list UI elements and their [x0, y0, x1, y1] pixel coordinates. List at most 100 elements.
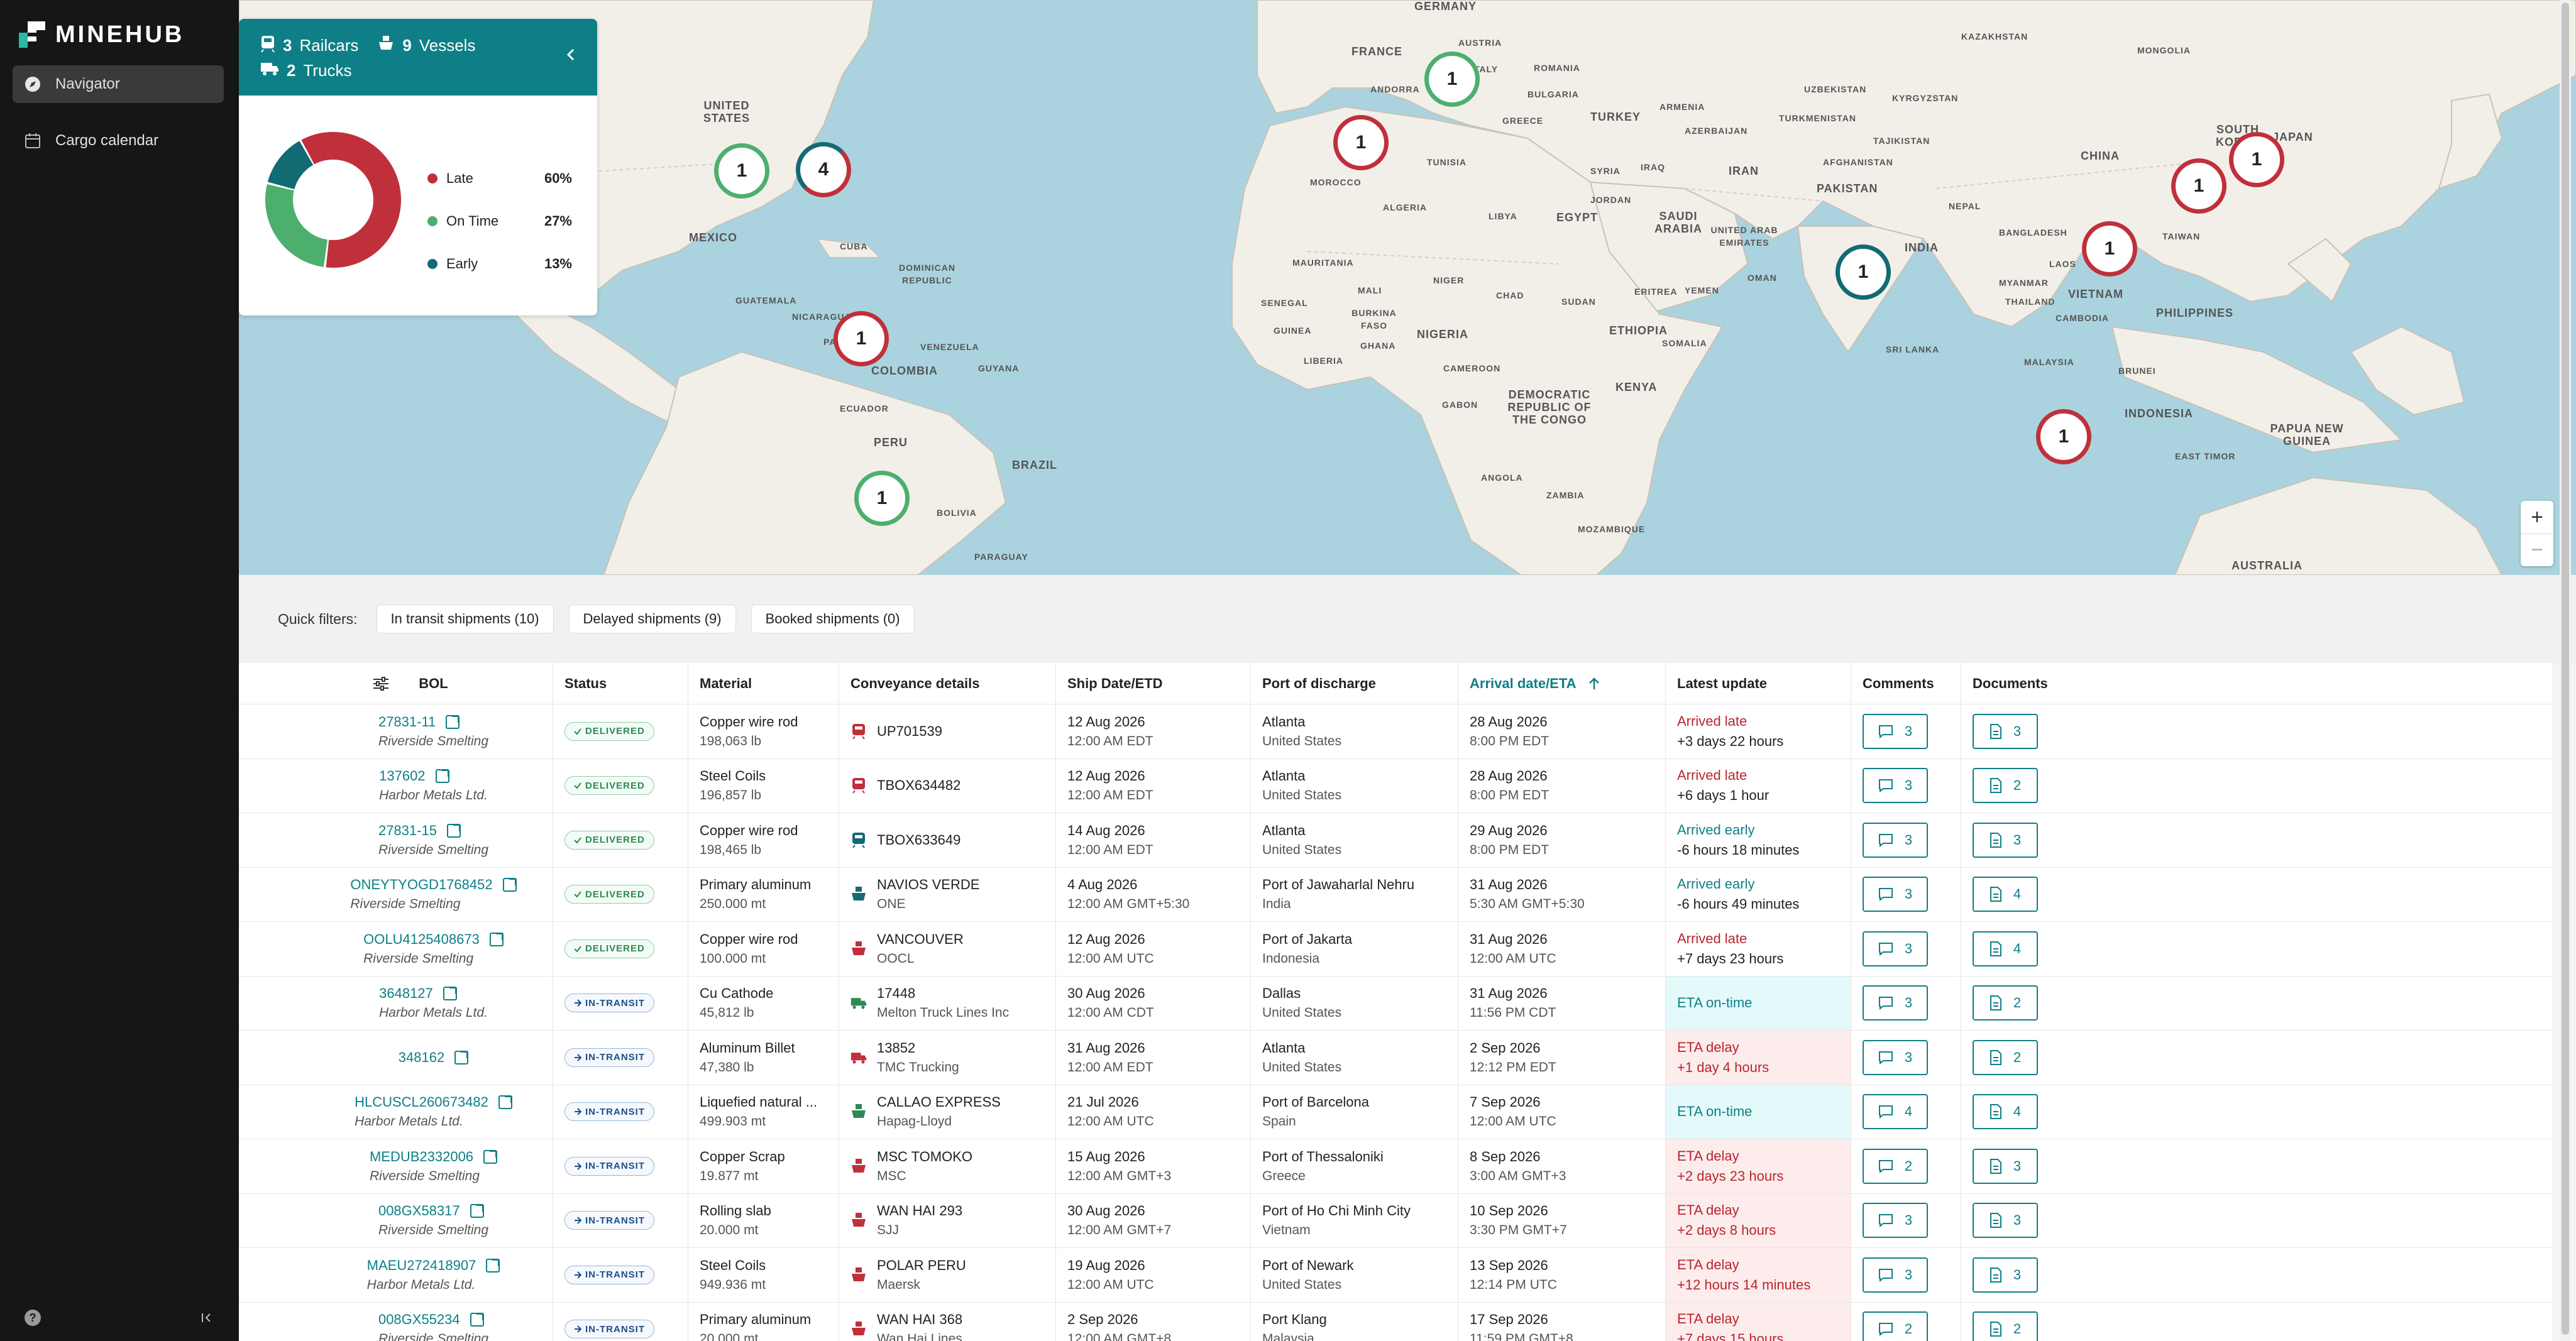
external-link-icon[interactable]: [502, 878, 517, 892]
comments-button[interactable]: 2: [1863, 1311, 1928, 1341]
bol-link[interactable]: 008GX58317: [378, 1203, 488, 1219]
comments-button[interactable]: 3: [1863, 1039, 1928, 1075]
table-row[interactable]: ONEYTYOGD1768452 Riverside Smelting DELI…: [239, 867, 2552, 922]
documents-button[interactable]: 3: [1973, 822, 2038, 858]
map-cluster[interactable]: 1: [2036, 409, 2091, 464]
documents-button[interactable]: 4: [1973, 931, 2038, 966]
comments-button[interactable]: 3: [1863, 877, 1928, 912]
zoom-in-button[interactable]: +: [2521, 501, 2553, 534]
comments-button[interactable]: 3: [1863, 713, 1928, 749]
bol-link[interactable]: 008GX55234: [378, 1311, 488, 1328]
scrollbar-thumb[interactable]: [2562, 3, 2569, 1335]
legend-item-early[interactable]: Early 13%: [427, 243, 572, 285]
table-row[interactable]: 008GX55234 Riverside Smelting IN-TRANSIT…: [239, 1302, 2552, 1341]
filter-delayed[interactable]: Delayed shipments (9): [568, 605, 736, 633]
table-row[interactable]: OOLU4125408673 Riverside Smelting DELIVE…: [239, 922, 2552, 977]
external-link-icon[interactable]: [470, 1313, 484, 1327]
map-cluster[interactable]: 1: [2171, 158, 2226, 214]
bol-link[interactable]: HLCUSCL260673482: [355, 1094, 512, 1110]
external-link-icon[interactable]: [446, 823, 461, 838]
external-link-icon[interactable]: [454, 1050, 469, 1065]
documents-button[interactable]: 2: [1973, 985, 2038, 1021]
material-cell: Copper wire rod 100.000 mt: [688, 922, 839, 976]
table-row[interactable]: MEDUB2332006 Riverside Smelting IN-TRANS…: [239, 1139, 2552, 1194]
documents-button[interactable]: 3: [1973, 1257, 2038, 1293]
documents-button[interactable]: 4: [1973, 877, 2038, 912]
external-link-icon[interactable]: [443, 987, 457, 1001]
column-header-port[interactable]: Port of discharge: [1251, 663, 1458, 704]
comments-button[interactable]: 2: [1863, 1148, 1928, 1184]
table-row[interactable]: 008GX58317 Riverside Smelting IN-TRANSIT…: [239, 1193, 2552, 1248]
map-cluster[interactable]: 1: [2229, 132, 2284, 187]
bol-link[interactable]: MEDUB2332006: [370, 1149, 498, 1165]
external-link-icon[interactable]: [435, 769, 449, 784]
filter-in-transit[interactable]: In transit shipments (10): [376, 605, 554, 633]
table-row[interactable]: 348162 IN-TRANSIT Aluminum Billet 47,380…: [239, 1031, 2552, 1085]
external-link-icon[interactable]: [498, 1095, 512, 1110]
column-header-latest-update[interactable]: Latest update: [1666, 663, 1851, 704]
comments-button[interactable]: 4: [1863, 1094, 1928, 1130]
column-header-status[interactable]: Status: [553, 663, 688, 704]
documents-button[interactable]: 2: [1973, 768, 2038, 804]
bol-link[interactable]: 348162: [399, 1049, 469, 1066]
column-header-material[interactable]: Material: [688, 663, 839, 704]
legend-item-late[interactable]: Late 60%: [427, 157, 572, 200]
map-cluster[interactable]: 1: [2082, 221, 2137, 276]
external-link-icon[interactable]: [489, 932, 504, 946]
documents-button[interactable]: 4: [1973, 1094, 2038, 1130]
legend-item-on-time[interactable]: On Time 27%: [427, 200, 572, 243]
port-name: Port of Jawaharlal Nehru: [1262, 877, 1415, 893]
map-cluster[interactable]: 1: [1333, 115, 1389, 170]
sidebar-item-navigator[interactable]: Navigator: [13, 65, 224, 103]
column-header-comments[interactable]: Comments: [1851, 663, 1961, 704]
page-scrollbar[interactable]: [2560, 0, 2571, 1341]
collapse-panel-button[interactable]: [566, 47, 576, 67]
filter-booked[interactable]: Booked shipments (0): [751, 605, 915, 633]
app-logo[interactable]: MINEHUB: [19, 19, 184, 50]
external-link-icon[interactable]: [446, 714, 460, 729]
comments-button[interactable]: 3: [1863, 1257, 1928, 1293]
column-header-conveyance[interactable]: Conveyance details: [839, 663, 1056, 704]
external-link-icon[interactable]: [486, 1258, 500, 1273]
external-link-icon[interactable]: [483, 1149, 498, 1164]
documents-button[interactable]: 2: [1973, 1311, 2038, 1341]
bol-link[interactable]: ONEYTYOGD1768452: [350, 877, 517, 893]
column-header-bol[interactable]: BOL: [239, 663, 553, 704]
map-cluster[interactable]: 1: [714, 143, 769, 199]
bol-link[interactable]: 137602: [379, 768, 488, 784]
sidebar-item-cargo-calendar[interactable]: Cargo calendar: [13, 122, 224, 160]
comments-button[interactable]: 3: [1863, 822, 1928, 858]
comments-button[interactable]: 3: [1863, 768, 1928, 804]
external-link-icon[interactable]: [470, 1204, 484, 1218]
bol-link[interactable]: MAEU272418907: [367, 1257, 500, 1274]
column-settings-icon[interactable]: [343, 676, 419, 691]
table-row[interactable]: 27831-15 Riverside Smelting DELIVERED Co…: [239, 813, 2552, 868]
collapse-left-icon[interactable]: [200, 1310, 215, 1328]
table-row[interactable]: MAEU272418907 Harbor Metals Ltd. IN-TRAN…: [239, 1248, 2552, 1303]
documents-button[interactable]: 2: [1973, 1039, 2038, 1075]
comments-button[interactable]: 3: [1863, 931, 1928, 966]
table-row[interactable]: 27831-11 Riverside Smelting DELIVERED Co…: [239, 704, 2552, 759]
map-cluster[interactable]: 1: [1424, 52, 1480, 107]
help-icon[interactable]: ?: [24, 1309, 41, 1330]
table-row[interactable]: 3648127 Harbor Metals Ltd. IN-TRANSIT Cu…: [239, 976, 2552, 1031]
map-cluster[interactable]: 4: [796, 142, 851, 197]
map-cluster[interactable]: 1: [1836, 244, 1891, 300]
documents-button[interactable]: 3: [1973, 1203, 2038, 1239]
table-row[interactable]: 137602 Harbor Metals Ltd. DELIVERED Stee…: [239, 758, 2552, 813]
column-header-arrival[interactable]: Arrival date/ETA: [1458, 663, 1666, 704]
zoom-out-button[interactable]: −: [2521, 534, 2553, 566]
table-row[interactable]: HLCUSCL260673482 Harbor Metals Ltd. IN-T…: [239, 1085, 2552, 1139]
column-header-documents[interactable]: Documents: [1961, 663, 2552, 704]
map-cluster[interactable]: 1: [834, 311, 889, 366]
bol-link[interactable]: OOLU4125408673: [363, 931, 504, 948]
comments-button[interactable]: 3: [1863, 1203, 1928, 1239]
map-cluster[interactable]: 1: [854, 471, 910, 526]
documents-button[interactable]: 3: [1973, 713, 2038, 749]
bol-link[interactable]: 27831-15: [378, 823, 488, 839]
bol-link[interactable]: 3648127: [379, 985, 488, 1002]
comments-button[interactable]: 3: [1863, 985, 1928, 1021]
documents-button[interactable]: 3: [1973, 1148, 2038, 1184]
bol-link[interactable]: 27831-11: [378, 714, 488, 730]
column-header-ship-date[interactable]: Ship Date/ETD: [1056, 663, 1251, 704]
